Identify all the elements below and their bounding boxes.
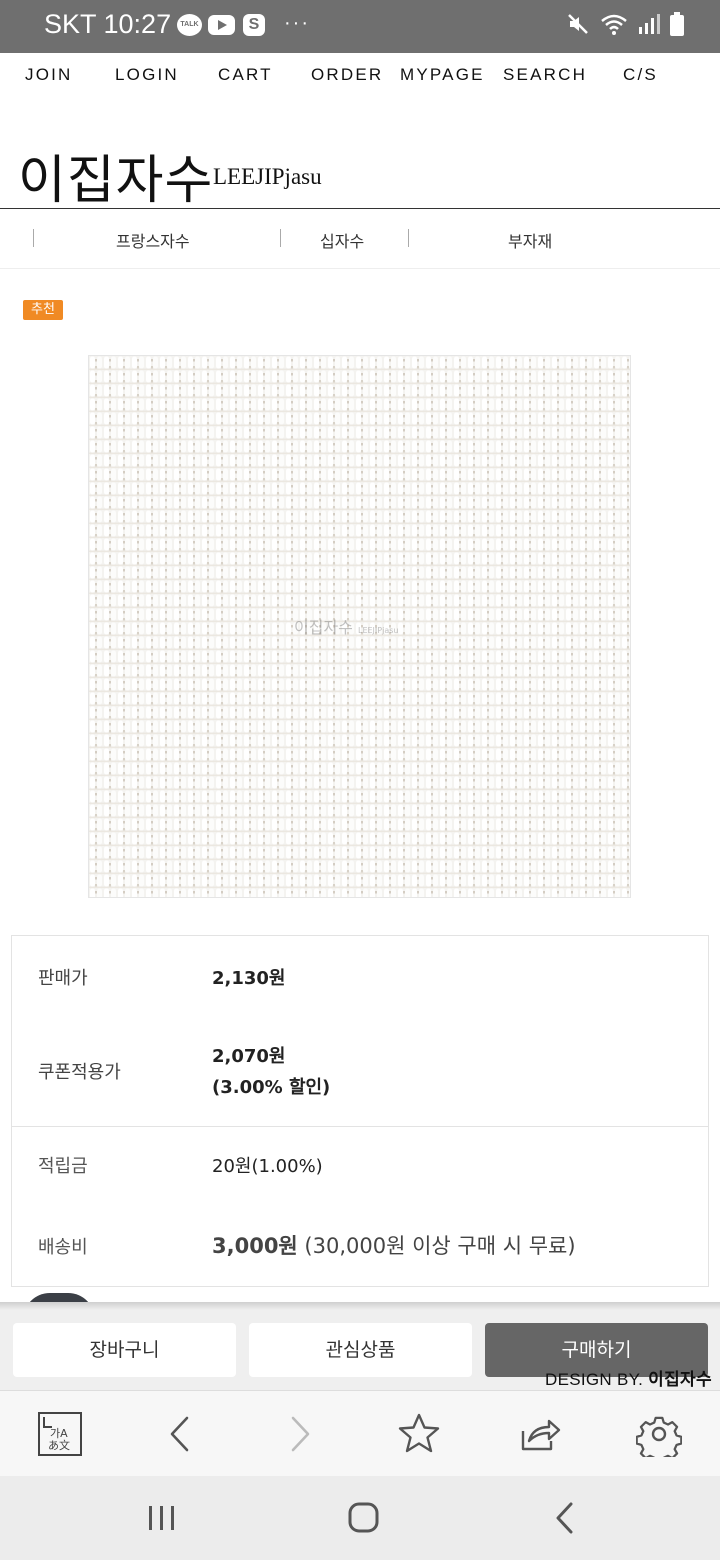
recommended-badge: 추천 <box>23 300 63 320</box>
category-french-embroidery[interactable]: 프랑스자수 <box>116 228 190 252</box>
sale-price-value: 2,130원 <box>212 968 286 989</box>
design-credit: DESIGN BY. 이집자수 <box>545 1365 712 1390</box>
wifi-icon <box>601 14 627 35</box>
points-label: 적립금 <box>38 1156 88 1177</box>
kakaotalk-notification-icon: TALK <box>177 14 202 36</box>
site-logo-english[interactable]: LEEJIPjasu <box>213 164 322 190</box>
battery-icon <box>670 12 684 36</box>
android-nav-bar <box>0 1476 720 1560</box>
browser-toolbar: 가A あ文 <box>0 1390 720 1476</box>
coupon-discount: (3.00% 할인) <box>212 1077 331 1098</box>
home-icon[interactable] <box>346 1498 382 1538</box>
shipping-free-note: (30,000원 이상 구매 시 무료) <box>297 1234 576 1258</box>
more-notifications-icon: ··· <box>284 12 310 34</box>
settings-gear-icon[interactable] <box>636 1411 682 1457</box>
image-watermark: 이집자수 LEEJIPjasu <box>294 618 399 637</box>
carrier-time: SKT 10:27 <box>44 9 172 39</box>
shipping-info: 3,000원 (30,000원 이상 구매 시 무료) <box>212 1230 576 1260</box>
add-to-cart-button[interactable]: 장바구니 <box>13 1323 236 1377</box>
nav-cs-link[interactable]: C/S <box>623 65 658 85</box>
status-bar: SKT 10:27 TALK S ··· <box>0 0 720 53</box>
back-icon[interactable] <box>552 1498 578 1538</box>
bookmark-star-icon[interactable] <box>396 1411 442 1457</box>
table-divider <box>12 1126 708 1127</box>
category-divider <box>280 229 281 247</box>
action-bar-shadow <box>0 1302 720 1310</box>
category-divider <box>408 229 409 247</box>
category-cross-stitch[interactable]: 십자수 <box>320 228 364 252</box>
nav-search-link[interactable]: SEARCH <box>503 65 587 85</box>
sale-price-label: 판매가 <box>38 968 88 989</box>
shipping-fee: 3,000원 <box>212 1234 298 1258</box>
recents-icon[interactable] <box>146 1498 178 1538</box>
nav-login-link[interactable]: LOGIN <box>115 65 179 85</box>
top-nav: JOIN LOGIN CART ORDER MYPAGE SEARCH C/S <box>0 53 720 97</box>
add-to-wishlist-button[interactable]: 관심상품 <box>249 1323 472 1377</box>
site-logo[interactable]: 이집자수 <box>18 138 213 213</box>
product-image[interactable]: 이집자수 LEEJIPjasu <box>88 355 631 898</box>
forward-arrow-icon[interactable] <box>276 1411 322 1457</box>
svg-text:あ文: あ文 <box>48 1438 70 1452</box>
nav-join-link[interactable]: JOIN <box>25 65 73 85</box>
translate-icon[interactable]: 가A あ文 <box>37 1411 83 1457</box>
category-divider <box>33 229 34 247</box>
nav-order-link[interactable]: ORDER <box>311 65 383 85</box>
back-arrow-icon[interactable] <box>158 1411 204 1457</box>
share-icon[interactable] <box>517 1411 563 1457</box>
design-credit-prefix: DESIGN BY. <box>545 1370 649 1389</box>
price-info-table: 판매가 2,130원 쿠폰적용가 2,070원 (3.00% 할인) 적립금 2… <box>11 935 709 1287</box>
category-bar: 프랑스자수 십자수 부자재 <box>0 209 720 269</box>
nav-mypage-link[interactable]: MYPAGE <box>400 65 485 85</box>
category-supplies[interactable]: 부자재 <box>508 228 552 252</box>
points-value: 20원(1.00%) <box>212 1156 323 1177</box>
mute-icon <box>568 14 588 34</box>
coupon-price-label: 쿠폰적용가 <box>38 1062 121 1083</box>
coupon-price-value: 2,070원 <box>212 1046 286 1067</box>
nav-cart-link[interactable]: CART <box>218 65 273 85</box>
youtube-notification-icon <box>208 15 235 35</box>
design-credit-name: 이집자수 <box>648 1370 712 1389</box>
s-app-notification-icon: S <box>243 14 265 36</box>
signal-icon <box>639 14 660 34</box>
shipping-label: 배송비 <box>38 1237 88 1258</box>
